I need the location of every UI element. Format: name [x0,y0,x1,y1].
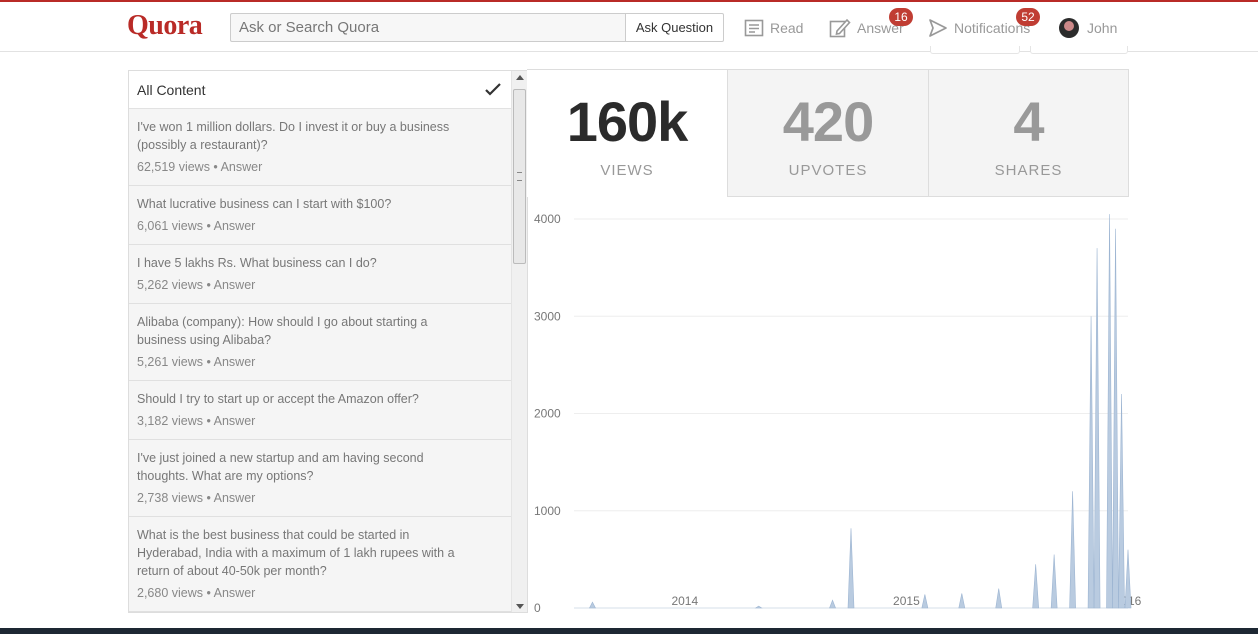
stat-upvotes-tab[interactable]: 420 UPVOTES [727,69,929,197]
nav-answer[interactable]: Answer 16 [829,8,913,40]
ask-question-button[interactable]: Ask Question [625,13,724,42]
pencil-icon [829,18,851,38]
hidden-toolbar-button-2[interactable] [1030,46,1128,54]
list-item[interactable]: I've won 1 million dollars. Do I invest … [129,109,512,186]
data-spike [1087,316,1095,609]
data-spike [588,601,596,609]
item-meta: 2,680 views • Answer [137,586,256,600]
hidden-toolbar-button-1[interactable] [930,46,1020,54]
upvotes-count: 420 [782,90,874,153]
stat-shares-tab[interactable]: 4 SHARES [928,69,1129,197]
question-title[interactable]: What is the best business that could be … [137,526,472,580]
data-spike [1124,549,1132,609]
read-icon [744,19,764,37]
search-box[interactable] [230,13,626,42]
item-meta: 6,061 views • Answer [137,219,256,233]
data-spike [995,588,1003,609]
search-input[interactable] [231,14,626,41]
notifications-icon [929,19,947,37]
avatar [1059,18,1079,38]
list-item[interactable]: I have 5 lakhs Rs. What business can I d… [129,245,512,304]
content-list-panel: All Content I've won 1 million dollars. … [128,70,528,613]
nav-notifications[interactable]: Notifications 52 [928,8,1040,40]
list-item[interactable]: I've just joined a new startup and am ha… [129,440,512,517]
list-item[interactable]: What lucrative business can I start with… [129,186,512,245]
data-spike [847,528,855,609]
item-meta: 5,261 views • Answer [137,355,256,369]
item-meta: 5,262 views • Answer [137,278,256,292]
views-count: 160k [566,90,689,153]
list-scrollbar[interactable] [511,71,527,612]
question-title[interactable]: What lucrative business can I start with… [137,195,472,213]
data-spike [829,599,836,609]
notifications-count-badge: 52 [1016,8,1040,26]
nav-read[interactable]: Read [744,16,803,40]
scroll-up-arrow-icon[interactable] [516,75,524,80]
question-title[interactable]: I have 5 lakhs Rs. What business can I d… [137,254,472,272]
y-tick-label: 2000 [534,407,561,421]
stats-tabs: 160k VIEWS 420 UPVOTES 4 SHARES [527,69,1129,197]
data-spike [754,605,763,609]
checkmark-icon [485,83,501,96]
upvotes-label: UPVOTES [788,162,868,179]
data-spike [1069,491,1076,609]
item-meta: 62,519 views • Answer [137,160,263,174]
question-title[interactable]: I've just joined a new startup and am ha… [137,449,472,485]
question-title[interactable]: I've won 1 million dollars. Do I invest … [137,118,472,154]
x-tick-label: 2014 [671,594,698,608]
item-meta: 2,738 views • Answer [137,491,256,505]
data-spike [1112,228,1119,609]
x-tick-label: 2015 [893,594,920,608]
views-label: VIEWS [600,162,654,179]
data-spike [1106,214,1113,609]
list-item[interactable]: Alibaba (company): How should I go about… [129,304,512,381]
y-tick-label: 0 [534,601,541,615]
data-spike [1032,564,1039,609]
top-navigation-bar: Quora Ask Question Read Answer 16 Notifi… [0,0,1258,52]
list-item[interactable]: What is the best business that could be … [129,517,512,612]
y-tick-label: 1000 [534,504,561,518]
item-meta: 3,182 views • Answer [137,414,256,428]
data-spike [1050,554,1058,609]
shares-count: 4 [1013,90,1044,153]
answer-count-badge: 16 [889,8,913,26]
question-title[interactable]: Alibaba (company): How should I go about… [137,313,472,349]
os-taskbar [0,628,1258,634]
data-spike [1118,394,1125,609]
scrollbar-thumb[interactable] [513,89,526,264]
quora-logo[interactable]: Quora [127,10,203,42]
y-tick-label: 4000 [534,212,561,226]
content-list: I've won 1 million dollars. Do I invest … [129,109,512,612]
content-filter-dropdown[interactable]: All Content [129,71,512,109]
nav-profile[interactable]: John [1059,16,1117,40]
views-over-time-chart: 01000200030004000201420152016 [534,212,1142,615]
data-spike [1093,248,1101,609]
content-filter-label: All Content [137,81,206,98]
profile-name: John [1087,20,1118,36]
shares-label: SHARES [994,162,1063,179]
data-spike [921,594,929,609]
stat-views-tab[interactable]: 160k VIEWS [527,69,727,197]
question-title[interactable]: Should I try to start up or accept the A… [137,390,472,408]
data-spike [958,593,966,609]
nav-read-label: Read [770,20,804,36]
list-item[interactable]: Should I try to start up or accept the A… [129,381,512,440]
scroll-down-arrow-icon[interactable] [516,604,524,609]
y-tick-label: 3000 [534,309,561,323]
